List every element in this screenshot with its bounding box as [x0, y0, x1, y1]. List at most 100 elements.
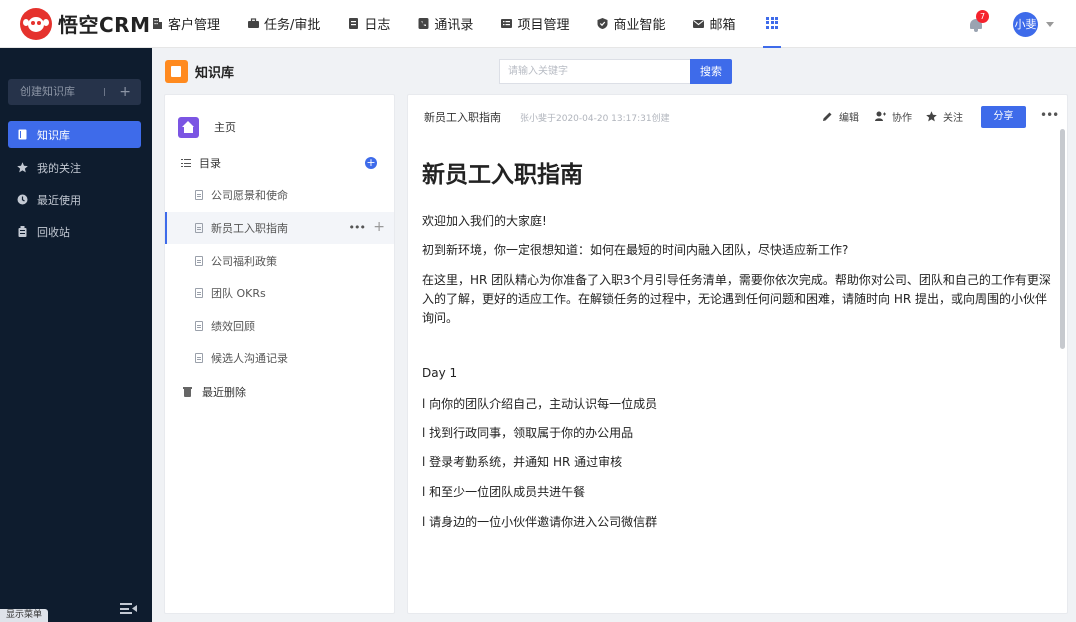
search-input[interactable] [499, 59, 691, 84]
document-header-title: 新员工入职指南 [424, 111, 501, 124]
recently-deleted-link[interactable]: 最近删除 [183, 384, 246, 400]
avatar[interactable]: 小斐 [1013, 11, 1038, 37]
log-icon [348, 18, 359, 29]
nav-project-management[interactable]: 项目管理 [501, 0, 569, 48]
directory-item[interactable]: 团队 OKRs [165, 277, 394, 309]
nav-log[interactable]: 日志 [348, 0, 390, 48]
add-document-button[interactable]: + [365, 157, 377, 169]
document-icon [195, 223, 203, 233]
directory-item[interactable]: 候选人沟通记录 [165, 342, 394, 374]
search-button[interactable]: 搜索 [690, 59, 732, 84]
mail-icon [693, 18, 705, 29]
home-label: 主页 [214, 121, 236, 134]
document-icon [195, 353, 203, 363]
sidebar-item-label: 我的关注 [37, 161, 81, 175]
edit-label: 编辑 [839, 113, 859, 124]
nav-customer-management[interactable]: 客户管理 [152, 0, 220, 48]
chevron-down-icon[interactable] [1046, 21, 1054, 27]
app-logo[interactable]: 悟空CRM [0, 0, 152, 48]
collaborate-label: 协作 [892, 113, 912, 124]
nav-label: 项目管理 [517, 18, 570, 33]
home-icon [178, 116, 199, 138]
nav-label: 商业智能 [613, 18, 666, 33]
sidebar: 创建知识库 + 知识库 我的关注 最近使用 回收站 显示菜单 [0, 48, 152, 622]
document-meta: 张小斐于2020-04-20 13:17:31创建 [520, 114, 670, 124]
sidebar-item-label: 知识库 [37, 128, 70, 142]
directory-item[interactable]: 公司愿景和使命 [165, 179, 394, 211]
directory-item-label: 候选人沟通记录 [211, 352, 288, 365]
star-icon [17, 162, 28, 173]
nav-business-intelligence[interactable]: 商业智能 [597, 0, 665, 48]
user-area: 7 小斐 [969, 0, 1054, 48]
nav-mailbox[interactable]: 邮箱 [693, 0, 735, 48]
follow-label: 关注 [943, 113, 963, 124]
contacts-icon [418, 18, 429, 29]
trash-icon [183, 387, 192, 397]
star-icon [926, 111, 937, 122]
directory-item[interactable]: 绩效回顾 [165, 310, 394, 342]
apps-grid-icon [766, 16, 779, 29]
directory-item-label: 公司愿景和使命 [211, 189, 288, 202]
scrollbar[interactable] [1059, 129, 1067, 613]
plus-icon[interactable]: + [119, 79, 131, 105]
sidebar-item-label: 最近使用 [37, 193, 81, 207]
add-subpage-icon[interactable]: + [373, 219, 385, 235]
collapse-menu-icon[interactable] [120, 603, 137, 614]
document-icon [195, 190, 203, 200]
directory-item-label: 绩效回顾 [211, 320, 255, 333]
more-options-icon[interactable]: ••• [1040, 108, 1059, 122]
directory-item-label: 新员工入职指南 [211, 222, 288, 235]
more-options-icon[interactable]: ••• [349, 221, 366, 234]
clock-icon [17, 194, 28, 205]
scrollbar-thumb[interactable] [1060, 129, 1065, 349]
home-link[interactable]: 主页 [178, 115, 236, 139]
app-name: 悟空CRM [58, 13, 151, 37]
sidebar-item-my-follows[interactable]: 我的关注 [8, 154, 141, 181]
document-paragraph: 在这里，HR 团队精心为你准备了入职3个月引导任务清单，需要你依次完成。帮助你对… [422, 273, 1051, 325]
notification-badge: 7 [976, 9, 989, 23]
monkey-logo-icon [20, 7, 52, 40]
collaborate-button[interactable]: 协作 [875, 109, 912, 124]
nav-label: 通讯录 [434, 18, 474, 33]
nav-label: 客户管理 [168, 18, 221, 33]
top-navigation-bar: 悟空CRM 客户管理 任务/审批 日志 通讯录 项目管理 商业智能 邮箱 7 小… [0, 0, 1076, 48]
sidebar-item-recycle-bin[interactable]: 回收站 [8, 218, 141, 245]
sidebar-item-recent[interactable]: 最近使用 [8, 186, 141, 213]
directory-panel: 主页 目录 + 公司愿景和使命 新员工入职指南 ••• + 公司福利政策 团队 … [164, 94, 395, 614]
book-icon [17, 129, 28, 140]
notification-bell-icon[interactable]: 7 [969, 9, 989, 32]
pencil-icon [822, 111, 833, 122]
sidebar-item-knowledge-base[interactable]: 知识库 [8, 121, 141, 148]
divider [104, 88, 105, 96]
recycle-icon [17, 226, 28, 237]
edit-button[interactable]: 编辑 [822, 109, 859, 124]
directory-item[interactable]: 公司福利政策 [165, 245, 394, 277]
nav-label: 日志 [364, 18, 391, 33]
toc-header[interactable]: 目录 + [181, 155, 381, 171]
document-panel: 新员工入职指南 张小斐于2020-04-20 13:17:31创建 编辑 协作 … [407, 94, 1068, 614]
task-item: l 向你的团队介绍自己，主动认识每一位成员 [422, 397, 658, 411]
task-item: l 登录考勤系统，并通知 HR 通过审核 [422, 455, 623, 469]
main-nav: 客户管理 任务/审批 日志 通讯录 项目管理 商业智能 邮箱 [152, 0, 809, 48]
show-menu-tooltip: 显示菜单 [0, 609, 49, 622]
page-header: 知识库 搜索 [152, 48, 1076, 94]
task-item: l 和至少一位团队成员共进午餐 [422, 485, 586, 499]
toc-label: 目录 [199, 157, 221, 170]
shield-icon [597, 18, 608, 29]
follow-button[interactable]: 关注 [926, 109, 963, 124]
directory-item-active[interactable]: 新员工入职指南 ••• + [165, 212, 394, 244]
page-title: 知识库 [195, 66, 235, 81]
nav-label: 邮箱 [709, 18, 736, 33]
sidebar-item-label: 回收站 [37, 225, 70, 239]
share-button[interactable]: 分享 [981, 106, 1026, 128]
directory-item-label: 公司福利政策 [211, 255, 277, 268]
document-icon [195, 256, 203, 266]
nav-tasks-approval[interactable]: 任务/审批 [248, 0, 320, 48]
create-knowledge-base-button[interactable]: 创建知识库 + [8, 79, 141, 105]
document-icon [195, 288, 203, 298]
nav-contacts[interactable]: 通讯录 [418, 0, 473, 48]
list-icon [181, 159, 191, 168]
day-heading: Day 1 [422, 366, 458, 380]
task-item: l 请身边的一位小伙伴邀请你进入公司微信群 [422, 515, 658, 529]
nav-apps[interactable] [763, 0, 782, 48]
